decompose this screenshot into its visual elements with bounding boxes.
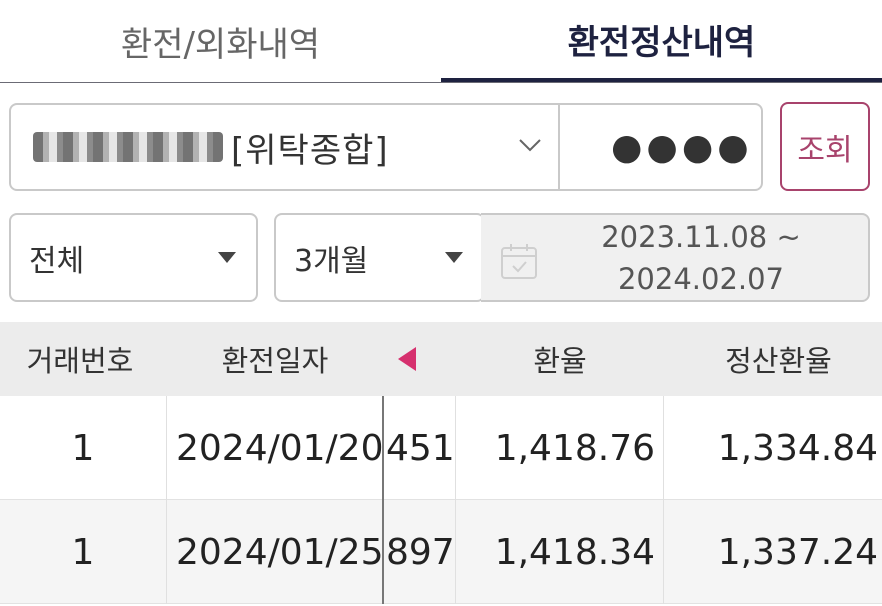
cell-exchange-date: 2024/01/20 (176, 427, 384, 469)
table-row[interactable]: 1 2024/01/20 451 1,418.76 1,334.84 (0, 396, 882, 500)
type-select[interactable]: 전체 (9, 213, 258, 302)
tab-bar: 환전/외화내역 환전정산내역 (0, 0, 882, 83)
tab-exchange-history[interactable]: 환전/외화내역 (0, 0, 441, 82)
period-select[interactable]: 3개월 (274, 213, 485, 302)
table-header: 거래번호 환전일자 환율 정산환율 (0, 322, 882, 396)
chevron-down-icon[interactable] (516, 131, 544, 159)
frozen-column-divider (382, 500, 384, 604)
cell-exchange-rate: 1,418.76 (494, 427, 655, 469)
frozen-column-divider (382, 396, 384, 500)
inquire-button[interactable]: 조회 (780, 102, 870, 191)
cell-partial-value: 451 (386, 427, 455, 469)
column-divider (166, 396, 167, 500)
caret-down-icon (218, 252, 236, 263)
account-selector[interactable]: [위탁종합] ●●●● (9, 103, 763, 191)
scroll-left-arrow-icon (398, 347, 416, 371)
cell-transaction-no: 1 (71, 427, 95, 469)
header-settlement-rate: 정산환율 (725, 344, 832, 378)
header-exchange-date: 환전일자 (221, 344, 329, 378)
type-select-value: 전체 (29, 243, 85, 279)
column-divider (166, 500, 167, 604)
table-row[interactable]: 1 2024/01/25 897 1,418.34 1,337.24 (0, 500, 882, 604)
cell-transaction-no: 1 (71, 531, 95, 573)
date-to: 2024.02.07 (617, 261, 785, 296)
password-field[interactable]: ●●●● (611, 105, 753, 189)
cell-partial-value: 897 (386, 531, 455, 573)
header-exchange-rate: 환율 (533, 344, 587, 378)
scroll-left-button[interactable] (384, 322, 434, 396)
cell-settlement-rate: 1,337.24 (717, 531, 878, 573)
cell-settlement-rate: 1,334.84 (717, 427, 878, 469)
tab-settlement-history[interactable]: 환전정산내역 (441, 0, 882, 82)
cell-exchange-date: 2024/01/25 (176, 531, 384, 573)
caret-down-icon (445, 252, 463, 263)
date-range-text: 2023.11.08 ~ 2024.02.07 (551, 215, 851, 300)
period-select-value: 3개월 (294, 243, 369, 279)
header-transaction-no: 거래번호 (26, 344, 134, 378)
account-type: [위탁종합] (231, 130, 389, 171)
divider (558, 105, 560, 189)
date-range-field[interactable]: 2023.11.08 ~ 2024.02.07 (481, 213, 870, 302)
calendar-icon[interactable] (499, 241, 539, 281)
account-number: [위탁종합] (33, 105, 389, 189)
masked-account-number (33, 132, 223, 162)
date-from: 2023.11.08 ~ (601, 219, 801, 254)
cell-exchange-rate: 1,418.34 (494, 531, 655, 573)
